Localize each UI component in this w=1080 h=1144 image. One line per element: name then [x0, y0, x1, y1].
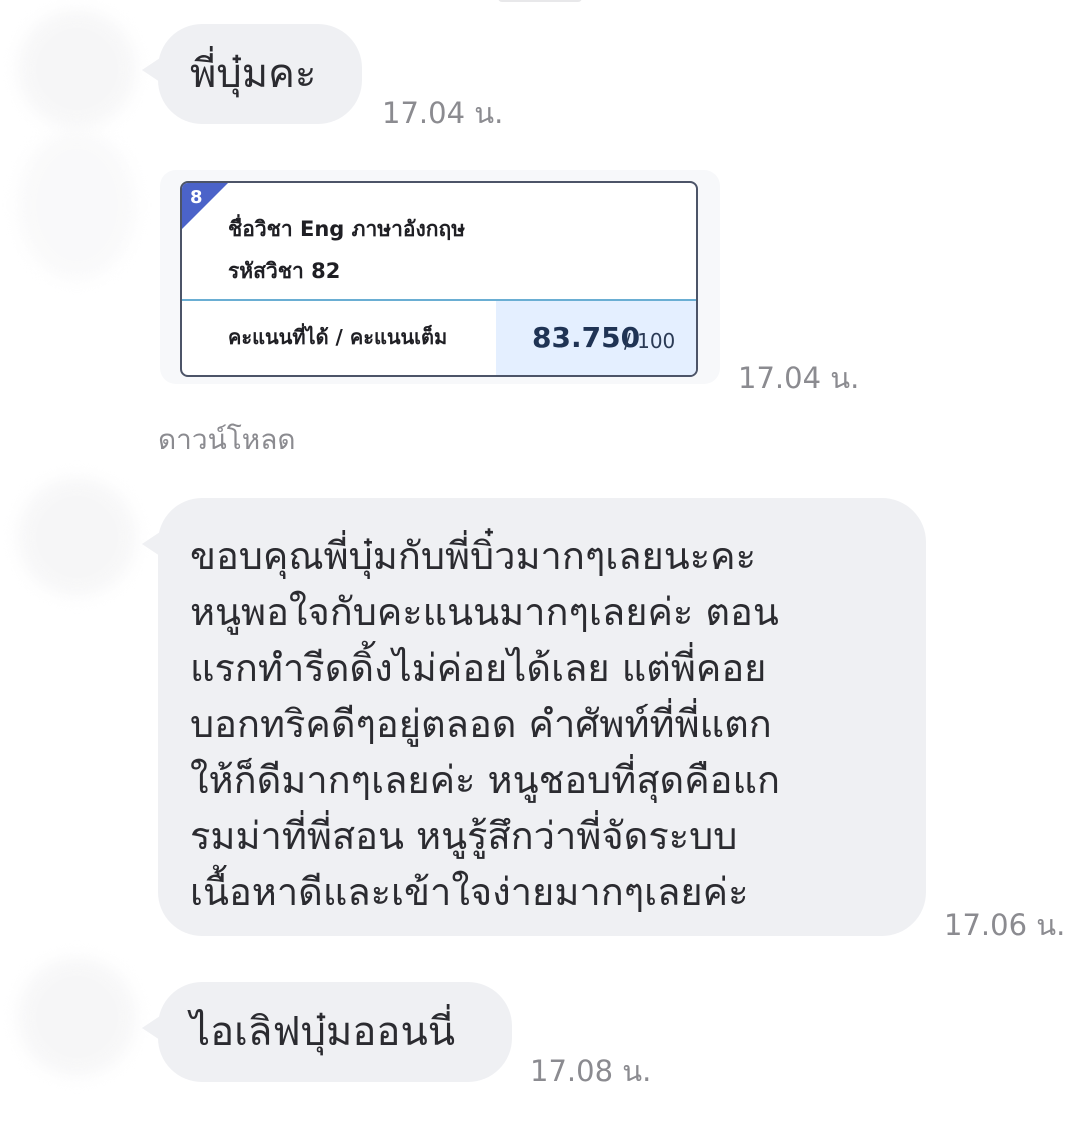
message-timestamp: 17.06 น. [944, 908, 1066, 942]
sender-avatar[interactable] [18, 958, 136, 1076]
message-timestamp: 17.04 น. [738, 361, 860, 395]
message-bubble[interactable]: ไอเลิฟบุ๋มออนนี่ [142, 982, 512, 1082]
message-bubble[interactable]: พี่บุ๋มคะ [142, 24, 362, 124]
card-score-max: / 100 [624, 329, 676, 353]
card-score-label: คะแนนที่ได้ / คะแนนเต็ม [228, 325, 448, 349]
sender-avatar[interactable] [18, 478, 136, 596]
sender-avatar[interactable] [18, 130, 136, 280]
top-drag-handle [498, 0, 582, 2]
message-text: ไอเลิฟบุ๋มออนนี่ [190, 1009, 456, 1055]
message-bubble[interactable]: ขอบคุณพี่บุ๋มกับพี่บิ๋วมากๆเลยนะคะ หนูพอ… [142, 498, 926, 936]
message-text: พี่บุ๋มคะ [190, 51, 317, 97]
image-message[interactable]: 8 ชื่อวิชา Eng ภาษาอังกฤษ รหัสวิชา 82 คะ… [160, 170, 720, 384]
card-score-box: 83.750 / 100 [496, 301, 696, 375]
card-number: 8 [190, 187, 203, 208]
message-timestamp: 17.08 น. [530, 1054, 652, 1088]
score-card-image: 8 ชื่อวิชา Eng ภาษาอังกฤษ รหัสวิชา 82 คะ… [180, 181, 698, 377]
card-subject: ชื่อวิชา Eng ภาษาอังกฤษ [228, 217, 466, 241]
download-link[interactable]: ดาวน์โหลด [158, 418, 296, 462]
message-text: ขอบคุณพี่บุ๋มกับพี่บิ๋วมากๆเลยนะคะ หนูพอ… [190, 534, 780, 914]
card-corner-badge [182, 183, 228, 229]
message-timestamp: 17.04 น. [382, 96, 504, 130]
card-subject-code: รหัสวิชา 82 [228, 259, 341, 283]
sender-avatar[interactable] [18, 10, 136, 128]
